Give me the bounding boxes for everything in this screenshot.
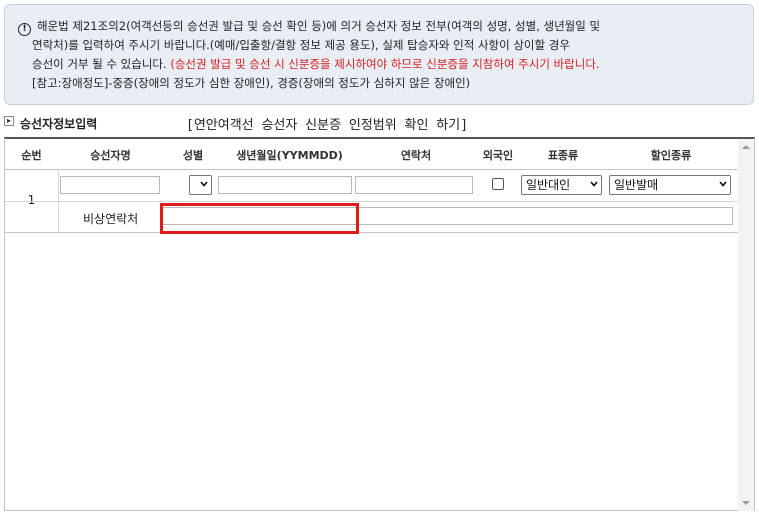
table-row: 일반대인 일반발매 — [5, 169, 738, 202]
header-ticket-type: 표종류 — [547, 149, 579, 162]
ticket-type-select[interactable]: 일반대인 — [521, 175, 602, 195]
notice-line-3: 승선이 거부 될 수 있습니다. (승선권 발급 및 승선 시 신분증을 제시하… — [18, 55, 745, 74]
notice-line-2: 연락처)를 입력하여 주시기 바랍니다.(예매/입출항/결항 정보 제공 용도)… — [18, 36, 745, 55]
notice-text-1: 해운법 제21조의2(여객선등의 승선권 발급 및 승선 확인 등)에 의거 승… — [37, 19, 601, 33]
discount-type-select[interactable]: 일반발매 — [609, 175, 731, 195]
collapse-toggle-icon[interactable]: ▸ — [4, 116, 14, 126]
scroll-down-arrow-icon[interactable] — [742, 501, 750, 505]
header-number: 순번 — [21, 149, 42, 162]
passenger-section-header: ▸ 승선자정보입력 [연안여객선 승선자 신분증 인정범위 확인 하기] — [4, 112, 755, 134]
header-contact: 연락처 — [400, 149, 432, 162]
contact-input[interactable] — [355, 176, 473, 194]
gender-select[interactable] — [189, 175, 212, 195]
notice-line-4: [참고:장애정도]-중증(장애의 정도가 심한 장애인), 경증(장애의 정도가… — [18, 74, 745, 93]
passenger-name-input[interactable] — [60, 176, 160, 194]
ticket-type-value: 일반대인 — [526, 178, 571, 192]
emergency-contact-highlight — [160, 203, 359, 234]
header-name: 승선자명 — [90, 149, 131, 162]
notice-text-2: 연락처)를 입력하여 주시기 바랍니다.(예매/입출항/결항 정보 제공 용도)… — [32, 38, 570, 52]
notice-line-1: ! 해운법 제21조의2(여객선등의 승선권 발급 및 승선 확인 등)에 의거 … — [18, 17, 745, 36]
table-header: 순번 승선자명 성별 생년월일(YYMMDD) 연락처 외국인 표종류 할인종류 — [5, 139, 738, 170]
header-discount-type: 할인종류 — [650, 149, 692, 162]
birthdate-input[interactable] — [218, 176, 352, 194]
notice-text-3: 승선이 거부 될 수 있습니다. — [32, 57, 167, 71]
info-icon: ! — [18, 23, 31, 36]
chevron-down-icon — [590, 181, 598, 187]
foreigner-checkbox[interactable] — [492, 178, 504, 190]
header-birthdate: 생년월일(YYMMDD) — [236, 149, 343, 162]
passenger-table: 순번 승선자명 성별 생년월일(YYMMDD) 연락처 외국인 표종류 할인종류… — [4, 137, 755, 511]
header-gender: 성별 — [182, 149, 204, 162]
scroll-up-arrow-icon[interactable] — [742, 145, 750, 149]
notice-warning: (승선권 발급 및 승선 시 신분증을 제시하여야 하므로 신분증을 지참하여 … — [170, 57, 600, 71]
emergency-contact-label: 비상연락처 — [83, 212, 139, 226]
header-foreigner: 외국인 — [482, 149, 514, 162]
vertical-scrollbar[interactable] — [738, 139, 754, 511]
notice-text-4: [참고:장애정도]-중증(장애의 정도가 심한 장애인), 경증(장애의 정도가… — [32, 76, 471, 90]
id-scope-link[interactable]: [연안여객선 승선자 신분증 인정범위 확인 하기] — [186, 114, 468, 133]
discount-type-value: 일반발매 — [614, 178, 659, 192]
section-title: 승선자정보입력 — [20, 117, 98, 131]
emergency-contact-row: 비상연락처 — [5, 202, 738, 233]
chevron-down-icon — [200, 181, 208, 187]
chevron-down-icon — [719, 181, 727, 187]
notice-box: ! 해운법 제21조의2(여객선등의 승선권 발급 및 승선 확인 등)에 의거 … — [4, 4, 754, 105]
